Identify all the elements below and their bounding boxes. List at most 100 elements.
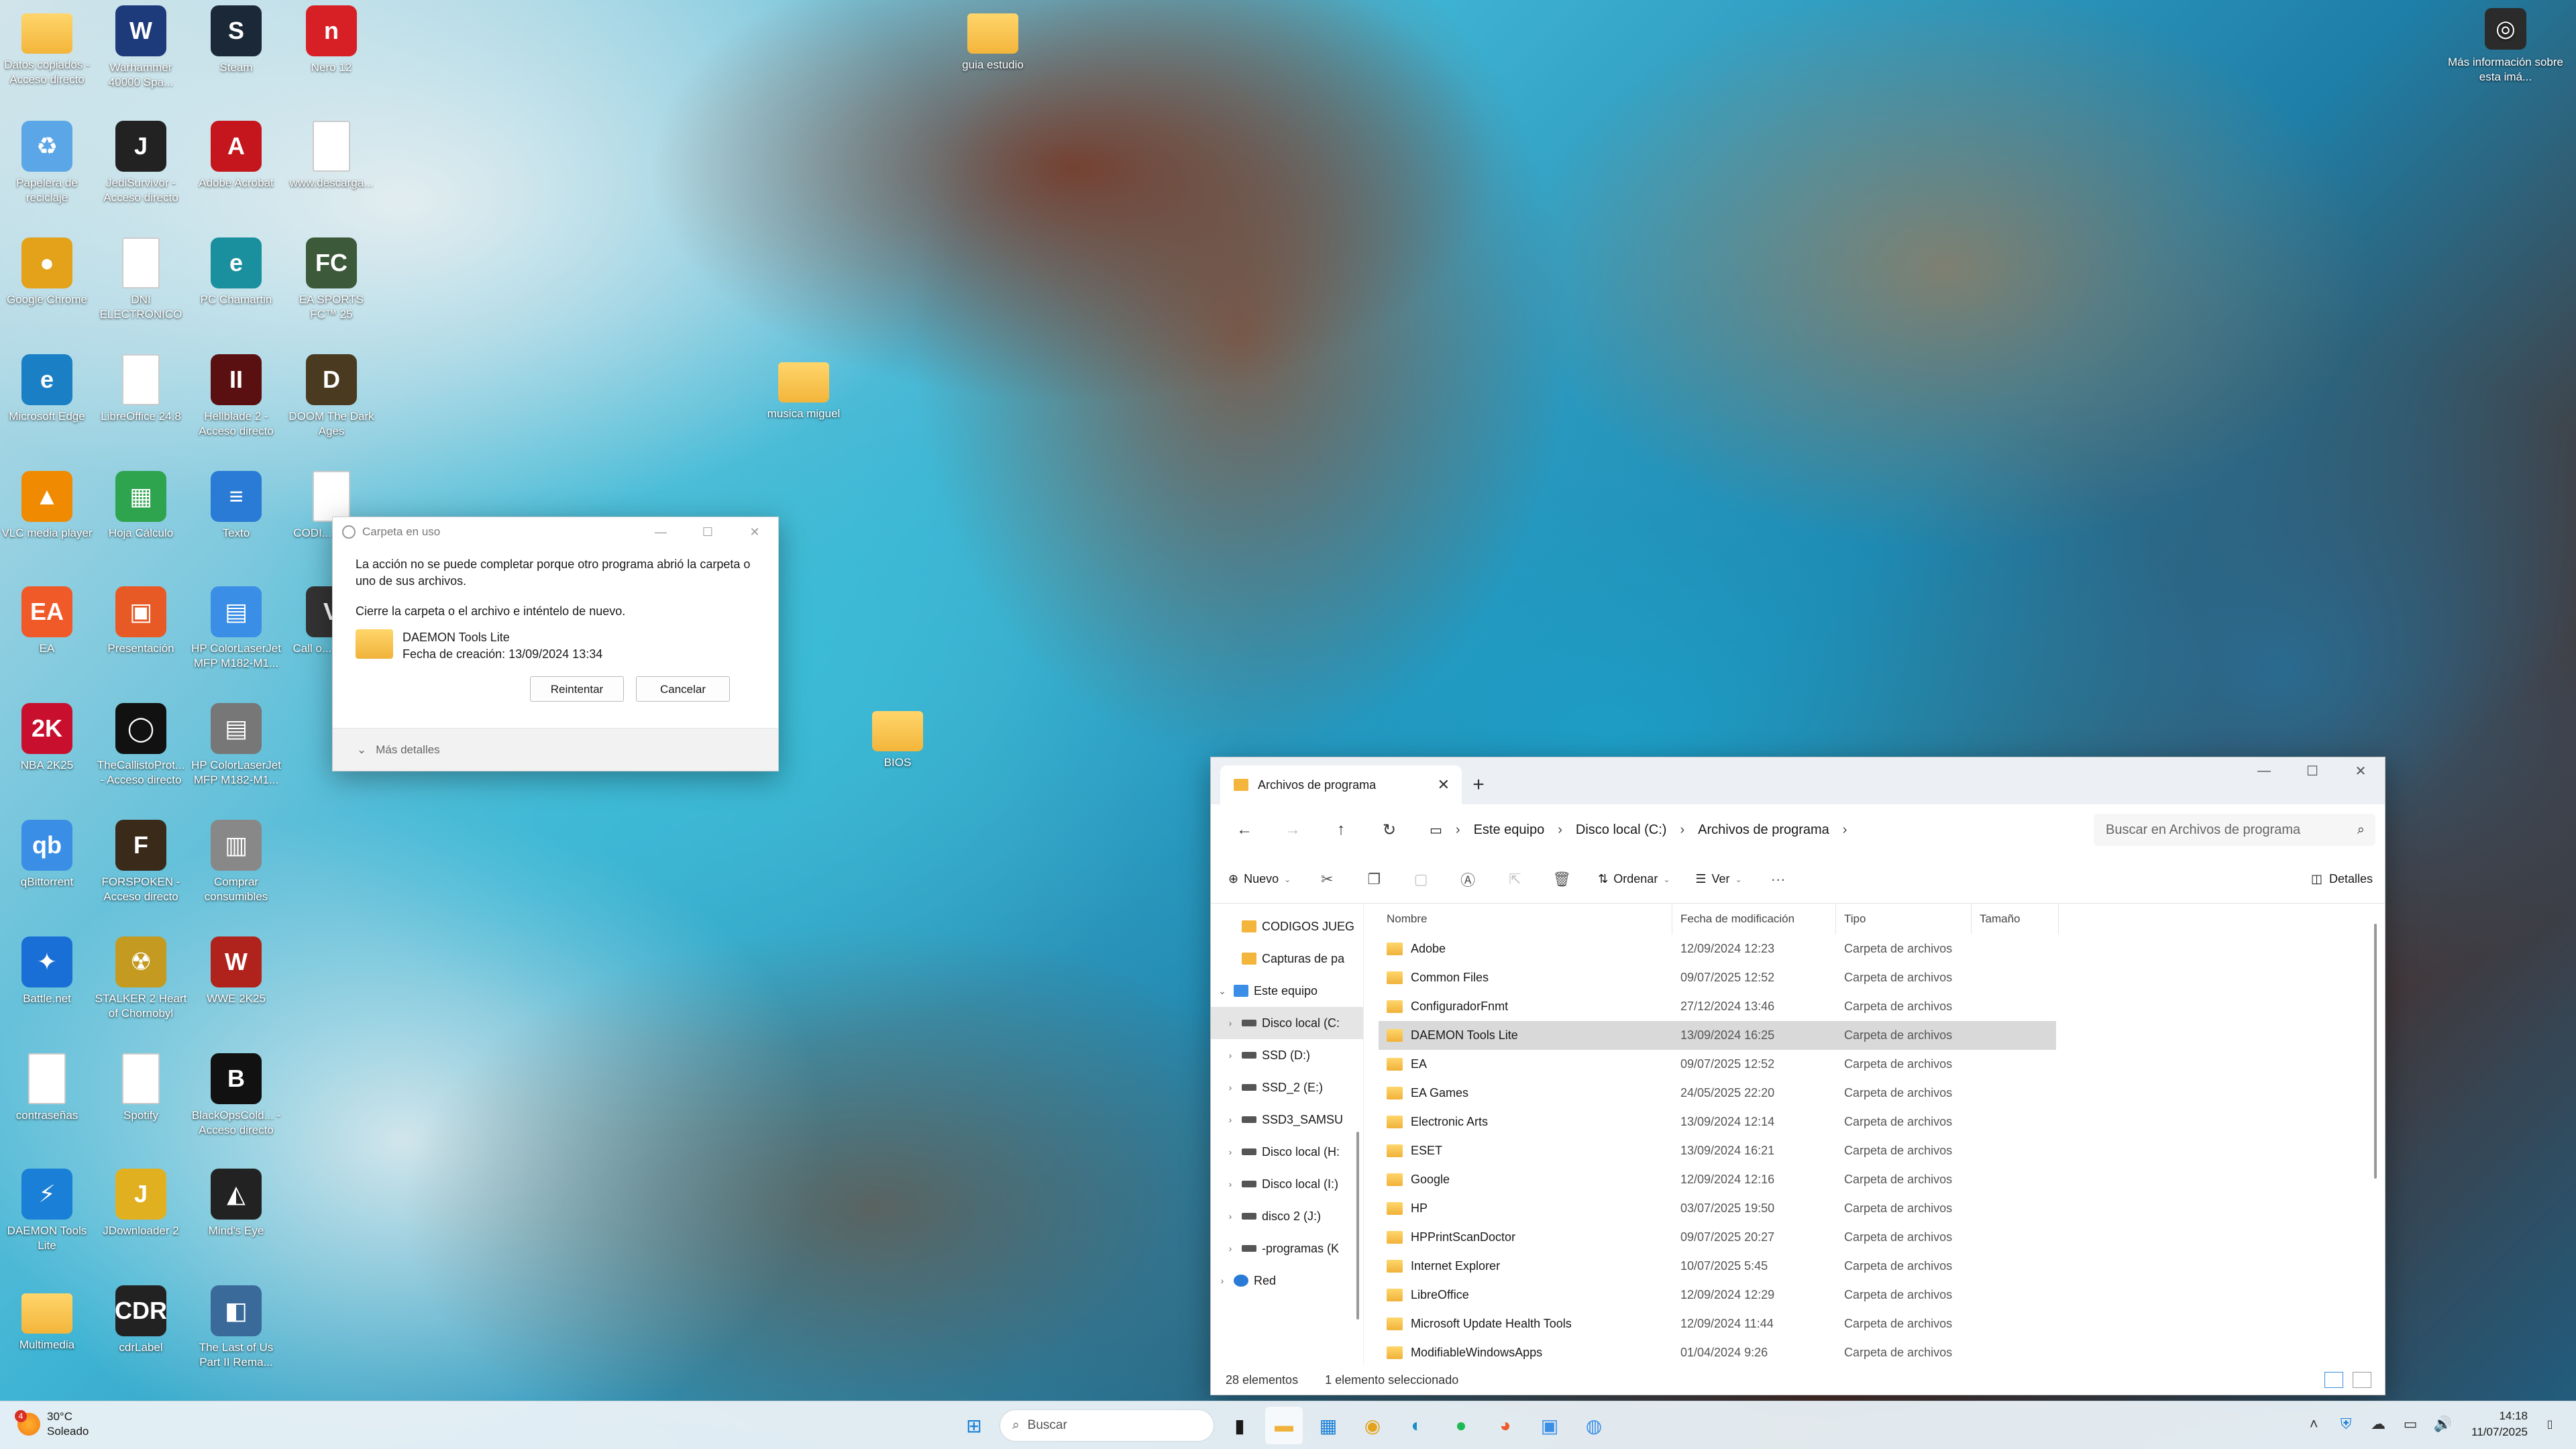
desktop-icon[interactable]: D DOOM The Dark Ages bbox=[284, 349, 378, 463]
desktop-icon[interactable]: e PC Chamartin bbox=[189, 232, 283, 346]
nav-item[interactable]: › SSD3_SAMSU bbox=[1211, 1104, 1363, 1136]
desktop-icon[interactable]: ✦ Battle.net bbox=[0, 931, 94, 1045]
file-explorer-icon[interactable]: ▬ bbox=[1265, 1407, 1303, 1444]
up-arrow-icon[interactable]: ↑ bbox=[1317, 820, 1365, 839]
delete-icon[interactable]: 🗑 bbox=[1546, 866, 1578, 893]
chevron-down-icon[interactable]: ⌄ bbox=[1211, 985, 1234, 997]
file-row[interactable]: HP 03/07/2025 19:50 Carpeta de archivos bbox=[1379, 1194, 2056, 1223]
nav-item[interactable]: › -programas (K bbox=[1211, 1232, 1363, 1265]
desktop-icon[interactable]: FC EA SPORTS FC™ 25 bbox=[284, 232, 378, 346]
start-icon[interactable]: ⊞ bbox=[955, 1407, 993, 1444]
desktop-icon[interactable]: ▥ Comprar consumibles bbox=[189, 814, 283, 928]
forward-arrow-icon[interactable]: → bbox=[1269, 820, 1317, 839]
sort-button[interactable]: ⇅ Ordenar ⌄ bbox=[1593, 872, 1675, 886]
column-header-name[interactable]: Nombre bbox=[1379, 904, 1672, 934]
desktop-icon[interactable]: II Hellblade 2 - Acceso directo bbox=[189, 349, 283, 463]
column-header-size[interactable]: Tamaño bbox=[1972, 904, 2059, 934]
desktop-icon[interactable]: CDR cdrLabel bbox=[94, 1280, 188, 1394]
rename-icon[interactable]: Ⓐ bbox=[1452, 866, 1484, 893]
close-window-icon[interactable]: ✕ bbox=[2337, 757, 2385, 784]
desktop-icon[interactable]: LibreOffice 24.8 bbox=[94, 349, 188, 463]
cloud-icon[interactable]: ☁ bbox=[2368, 1415, 2388, 1433]
network-icon[interactable]: ▭ bbox=[2400, 1415, 2420, 1433]
desktop-icon[interactable]: W WWE 2K25 bbox=[189, 931, 283, 1045]
desktop-icon[interactable]: n Nero 12 bbox=[284, 0, 378, 114]
spotify-icon[interactable]: ● bbox=[1442, 1407, 1480, 1444]
file-row[interactable]: ConfiguradorFnmt 27/12/2024 13:46 Carpeta … bbox=[1379, 992, 2056, 1021]
nav-item[interactable]: Capturas de pa bbox=[1211, 943, 1363, 975]
breadcrumb-item[interactable]: Archivos de programa bbox=[1698, 822, 1829, 838]
desktop-icon[interactable]: ⚡ DAEMON Tools Lite bbox=[0, 1163, 94, 1277]
file-row[interactable]: ModifiableWindowsApps 01/04/2024 9:26 Carp… bbox=[1379, 1338, 2056, 1367]
file-row[interactable]: Electronic Arts 13/09/2024 12:14 Carpeta d… bbox=[1379, 1108, 2056, 1136]
file-row[interactable]: Internet Explorer 10/07/2025 5:45 Carpeta … bbox=[1379, 1252, 2056, 1281]
nav-item[interactable]: › SSD (D:) bbox=[1211, 1039, 1363, 1071]
file-row[interactable]: Common Files 09/07/2025 12:52 Carpeta de a… bbox=[1379, 963, 2056, 992]
minimize-icon[interactable]: — bbox=[2240, 757, 2288, 784]
hp-scan-icon[interactable]: ▣ bbox=[1531, 1407, 1568, 1444]
paste-icon[interactable]: ▢ bbox=[1405, 866, 1437, 893]
desktop-icon[interactable]: ● Google Chrome bbox=[0, 232, 94, 346]
desktop-icon[interactable]: guia estudio bbox=[946, 0, 1040, 114]
desktop-icon[interactable]: ▤ HP ColorLaserJet MFP M182-M1... bbox=[189, 698, 283, 812]
qbittorrent-icon[interactable]: ◍ bbox=[1575, 1407, 1613, 1444]
cut-icon[interactable]: ✂ bbox=[1311, 866, 1343, 893]
desktop-icon[interactable]: ◭ Mind's Eye bbox=[189, 1163, 283, 1277]
retry-button[interactable]: Reintentar bbox=[530, 676, 624, 702]
minimize-icon[interactable]: — bbox=[637, 525, 684, 539]
back-arrow-icon[interactable]: ← bbox=[1220, 820, 1269, 839]
desktop-icon[interactable]: Datos copiados - Acceso directo bbox=[0, 0, 94, 114]
desktop-icon[interactable]: ◯ TheCallistoProt... - Acceso directo bbox=[94, 698, 188, 812]
nav-item[interactable]: › Disco local (I:) bbox=[1211, 1168, 1363, 1200]
desktop-icon[interactable]: EA EA bbox=[0, 581, 94, 695]
desktop-icon[interactable]: musica miguel bbox=[757, 349, 851, 463]
file-row[interactable]: ESET 13/09/2024 16:21 Carpeta de archivos bbox=[1379, 1136, 2056, 1165]
file-row[interactable]: LibreOffice 12/09/2024 12:29 Carpeta de ar… bbox=[1379, 1281, 2056, 1309]
column-header-date[interactable]: Fecha de modificación bbox=[1672, 904, 1836, 934]
chevron-right-icon[interactable]: › bbox=[1219, 1146, 1242, 1157]
chevron-right-icon[interactable]: › bbox=[1219, 1179, 1242, 1189]
notification-bell-icon[interactable]: ▯ bbox=[2540, 1417, 2560, 1431]
close-icon[interactable]: ✕ bbox=[731, 525, 778, 539]
chevron-right-icon[interactable]: › bbox=[1219, 1243, 1242, 1254]
cancel-button[interactable]: Cancelar bbox=[636, 676, 730, 702]
desktop-icon[interactable]: J JDownloader 2 bbox=[94, 1163, 188, 1277]
desktop-icon[interactable]: A Adobe Acrobat bbox=[189, 115, 283, 229]
chevron-right-icon[interactable]: › bbox=[1219, 1018, 1242, 1028]
chevron-right-icon[interactable]: › bbox=[1211, 1275, 1234, 1286]
desktop-icon[interactable]: ▤ HP ColorLaserJet MFP M182-M1... bbox=[189, 581, 283, 695]
file-row[interactable]: Adobe 12/09/2024 12:23 Carpeta de archivos bbox=[1379, 934, 2056, 963]
clock[interactable]: 14:18 11/07/2025 bbox=[2471, 1408, 2528, 1440]
desktop-icon[interactable]: ≡ Texto bbox=[189, 466, 283, 580]
chevron-right-icon[interactable]: › bbox=[1219, 1050, 1242, 1061]
explorer-tab[interactable]: Archivos de programa ✕ bbox=[1220, 765, 1462, 804]
weather-widget[interactable]: 4 30°C Soleado bbox=[15, 1409, 89, 1439]
nav-item[interactable]: › Disco local (H: bbox=[1211, 1136, 1363, 1168]
file-row[interactable]: DAEMON Tools Lite 13/09/2024 16:25 Carpeta… bbox=[1379, 1021, 2056, 1050]
tiles-view-icon[interactable] bbox=[2353, 1372, 2371, 1388]
desktop-icon[interactable]: Spotify bbox=[94, 1048, 188, 1162]
file-row[interactable]: EA 09/07/2025 12:52 Carpeta de archivos bbox=[1379, 1050, 2056, 1079]
desktop-icon[interactable]: www.descarga... bbox=[284, 115, 378, 229]
desktop-icon[interactable]: ▲ VLC media player bbox=[0, 466, 94, 580]
desktop-icon[interactable]: ☢ STALKER 2 Heart of Chornobyl bbox=[94, 931, 188, 1045]
desktop-icon[interactable]: 2K NBA 2K25 bbox=[0, 698, 94, 812]
share-icon[interactable]: ⇱ bbox=[1499, 866, 1531, 893]
security-icon[interactable]: ⛨ bbox=[2336, 1415, 2356, 1433]
maximize-icon[interactable]: ☐ bbox=[2288, 757, 2337, 784]
nav-item[interactable]: CODIGOS JUEG bbox=[1211, 910, 1363, 943]
desktop-icon[interactable]: ▦ Hoja Cálculo bbox=[94, 466, 188, 580]
nav-item[interactable]: ⌄ Este equipo bbox=[1211, 975, 1363, 1007]
desktop-icon[interactable]: F FORSPOKEN - Acceso directo bbox=[94, 814, 188, 928]
chevron-right-icon[interactable]: › bbox=[1219, 1082, 1242, 1093]
desktop-icon[interactable]: B BlackOpsCold... - Acceso directo bbox=[189, 1048, 283, 1162]
nav-item[interactable]: › Disco local (C: bbox=[1211, 1007, 1363, 1039]
more-details-toggle[interactable]: ⌄ Más detalles bbox=[333, 728, 778, 771]
taskbar-search[interactable]: ⌕ Buscar bbox=[1000, 1409, 1214, 1442]
search-input[interactable]: Buscar en Archivos de programa ⌕ bbox=[2094, 814, 2375, 846]
breadcrumb-item[interactable]: Este equipo bbox=[1474, 822, 1545, 838]
nav-item[interactable]: › Red bbox=[1211, 1265, 1363, 1297]
more-options-icon[interactable]: ··· bbox=[1762, 866, 1794, 893]
details-view-icon[interactable] bbox=[2324, 1372, 2343, 1388]
nav-scrollbar[interactable] bbox=[1356, 1132, 1359, 1320]
